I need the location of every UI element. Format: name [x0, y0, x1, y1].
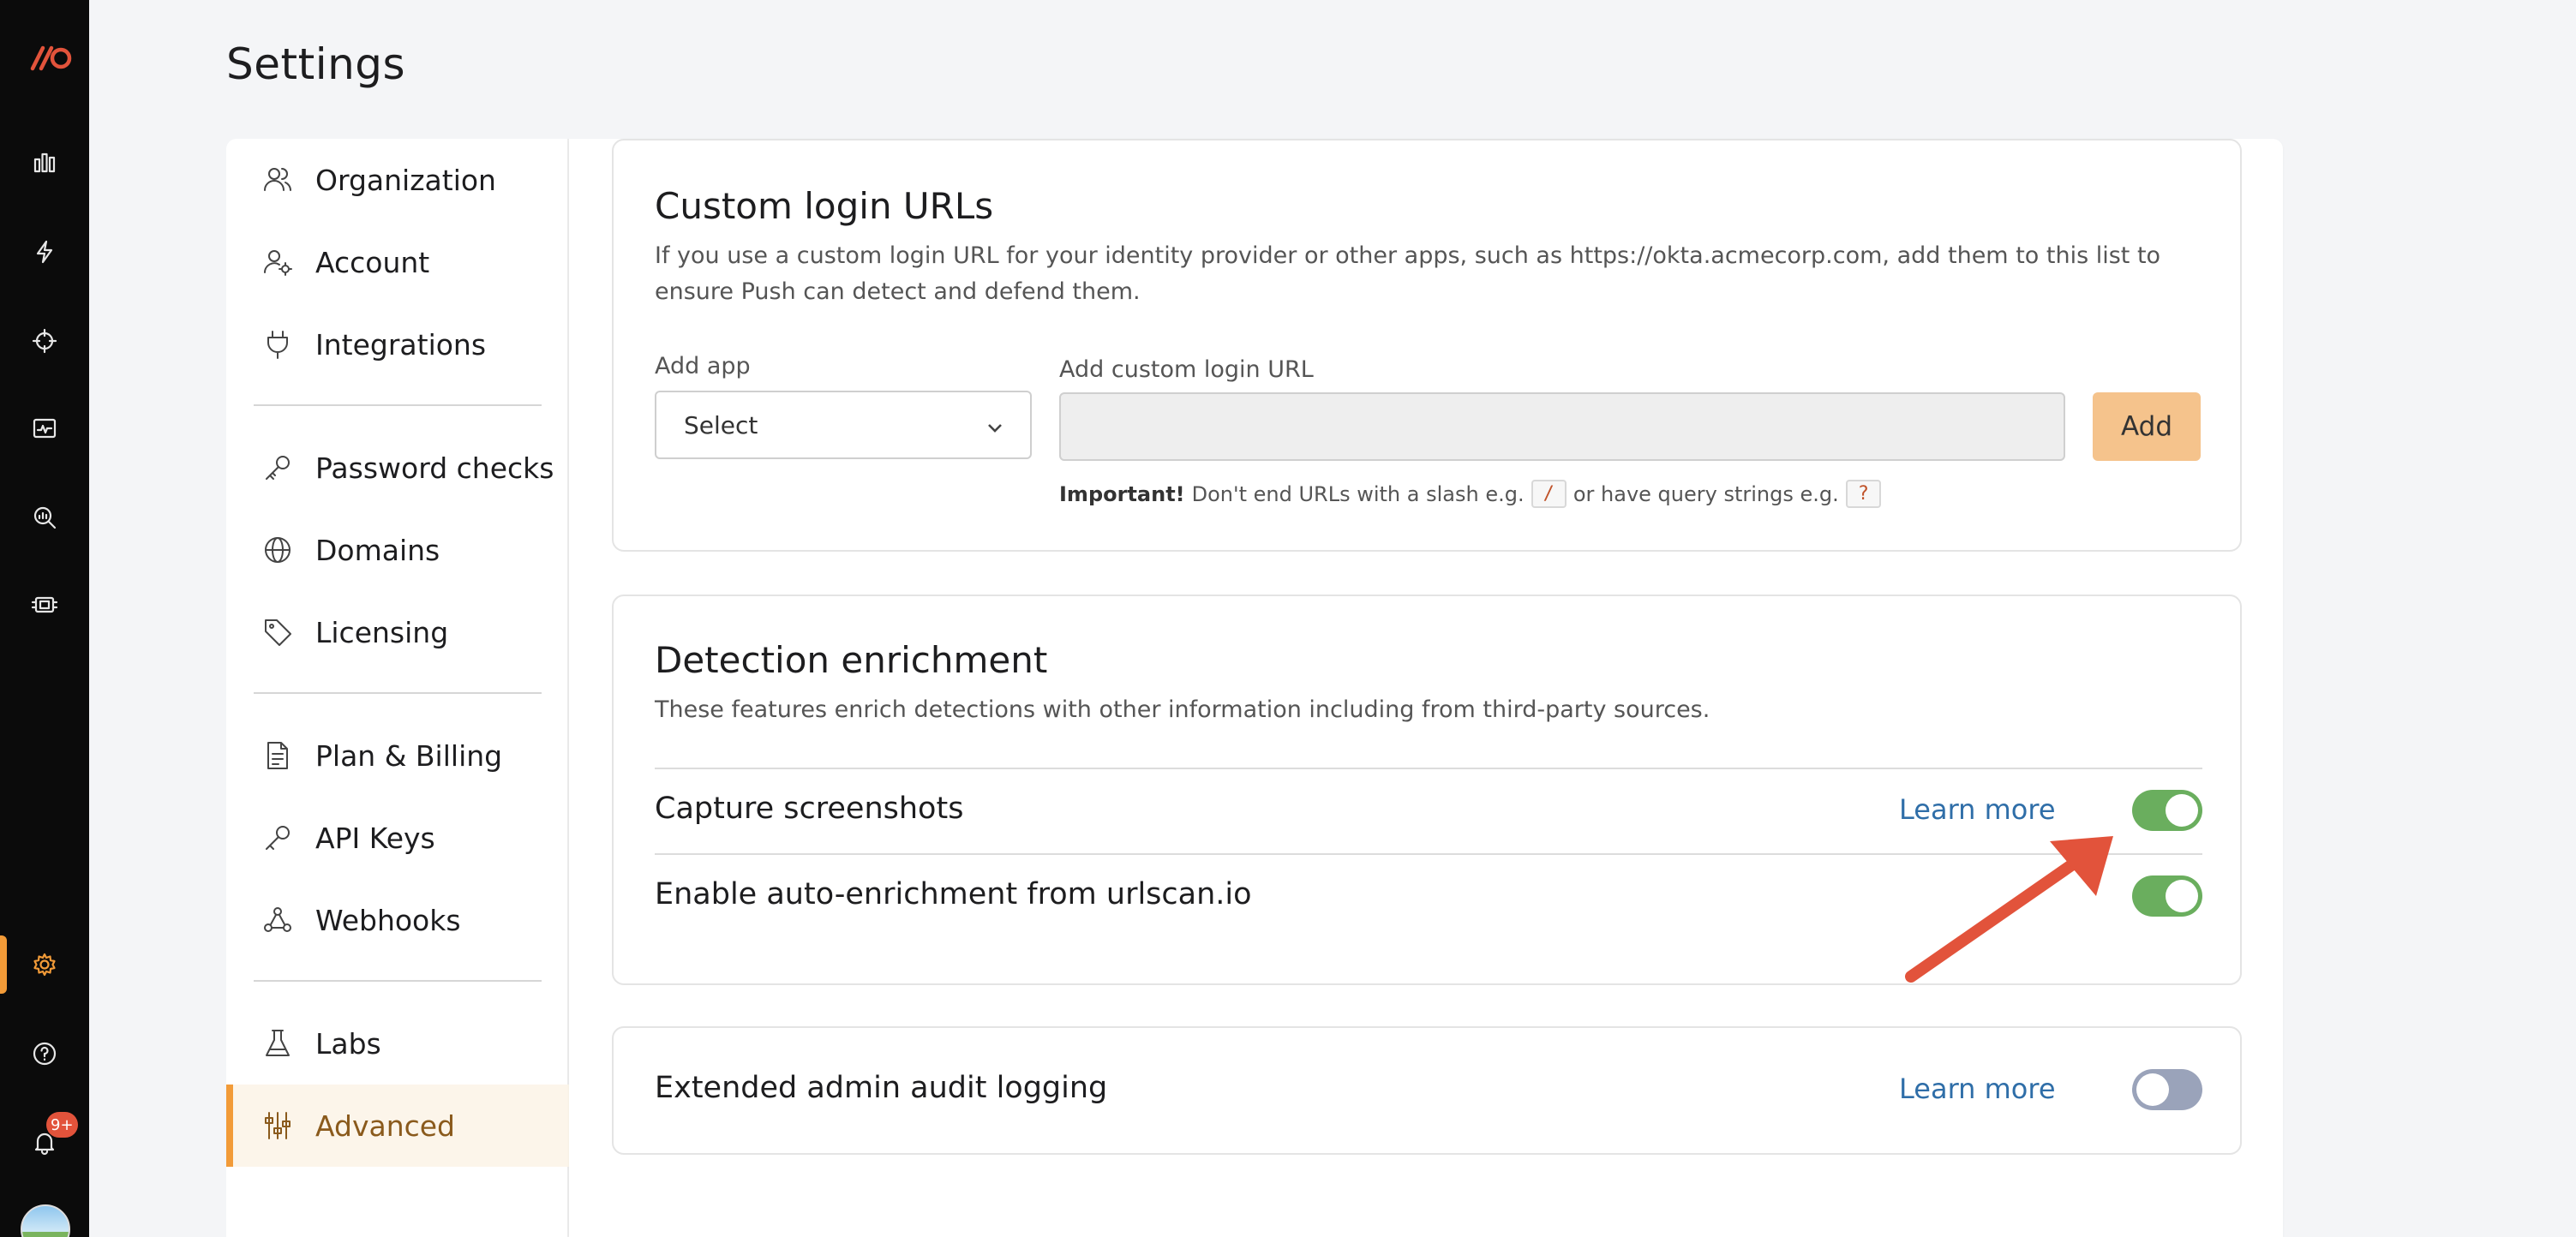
avatar[interactable]: [21, 1204, 70, 1237]
section-description: If you use a custom login URL for your i…: [655, 242, 2161, 305]
nav-item-plan-billing[interactable]: Plan & Billing: [226, 714, 569, 797]
active-indicator: [0, 935, 7, 994]
settings-icon[interactable]: [27, 947, 62, 982]
toggle-knob: [2166, 794, 2198, 827]
document-icon: [259, 737, 297, 774]
toggle-knob: [2136, 1073, 2169, 1106]
dashboard-icon[interactable]: [27, 146, 62, 180]
custom-login-card: Custom login URLs If you use a custom lo…: [612, 139, 2242, 552]
nav-item-domains[interactable]: Domains: [226, 509, 569, 591]
nav-label: Licensing: [315, 615, 449, 649]
nav-item-password-checks[interactable]: Password checks: [226, 427, 569, 509]
url-label: Add custom login URL: [1059, 356, 1314, 383]
url-note: Important! Don't end URLs with a slash e…: [1059, 480, 1888, 508]
nav-item-advanced[interactable]: Advanced: [226, 1085, 569, 1167]
section-title: Custom login URLs: [655, 185, 994, 227]
notification-badge: 9+: [46, 1112, 78, 1138]
note-bold: Important!: [1059, 481, 1185, 506]
nav-label: Account: [315, 245, 430, 279]
nav-label: Password checks: [315, 451, 554, 485]
nav-label: Domains: [315, 533, 440, 567]
detection-enrichment-card: Detection enrichment These features enri…: [612, 595, 2242, 985]
audit-logging-label: Extended admin audit logging: [655, 1071, 1108, 1105]
nav-label: API Keys: [315, 821, 435, 855]
logo-icon[interactable]: [24, 43, 72, 74]
chevron-down-icon: [988, 424, 1002, 433]
audit-logging-card: Extended admin audit logging Learn more: [612, 1026, 2242, 1155]
note-code: ?: [1845, 480, 1881, 508]
webhook-icon: [259, 901, 297, 939]
note-text: or have query strings e.g.: [1573, 481, 1839, 506]
detections-icon[interactable]: [27, 324, 62, 358]
key-icon: [259, 819, 297, 857]
integrations-icon[interactable]: [27, 588, 62, 622]
section-description: These features enrich detections with ot…: [655, 696, 1710, 723]
key-icon: [259, 449, 297, 487]
learn-more-link[interactable]: Learn more: [1899, 793, 2056, 826]
row-divider: [655, 853, 2202, 855]
globe-icon: [259, 531, 297, 569]
nav-label: Labs: [315, 1026, 381, 1061]
nav-label: Webhooks: [315, 903, 461, 937]
note-code: /: [1531, 480, 1567, 508]
add-app-label: Add app: [655, 353, 751, 379]
app-select[interactable]: Select: [655, 391, 1032, 459]
nav-label: Advanced: [315, 1109, 456, 1143]
nav-label: Plan & Billing: [315, 738, 503, 773]
capture-screenshots-toggle[interactable]: [2132, 790, 2202, 831]
nav-label: Integrations: [315, 327, 487, 362]
toggle-knob: [2166, 880, 2198, 912]
left-rail: 9+: [0, 0, 89, 1237]
learn-more-link[interactable]: Learn more: [1899, 1073, 2056, 1105]
row-divider: [655, 768, 2202, 769]
select-value: Select: [684, 410, 758, 439]
help-icon[interactable]: [27, 1037, 62, 1071]
audit-logging-toggle[interactable]: [2132, 1069, 2202, 1110]
nav-item-api-keys[interactable]: API Keys: [226, 797, 569, 879]
nav-item-webhooks[interactable]: Webhooks: [226, 879, 569, 961]
plug-icon: [259, 326, 297, 363]
urlscan-enrichment-toggle[interactable]: [2132, 875, 2202, 917]
tag-icon: [259, 613, 297, 651]
activity-icon[interactable]: [27, 235, 62, 269]
users-icon: [259, 161, 297, 199]
note-text: Don't end URLs with a slash e.g.: [1191, 481, 1525, 506]
nav-item-organization[interactable]: Organization: [226, 139, 569, 221]
page-title: Settings: [226, 39, 406, 89]
nav-item-licensing[interactable]: Licensing: [226, 591, 569, 673]
monitor-icon[interactable]: [27, 411, 62, 445]
nav-item-integrations[interactable]: Integrations: [226, 303, 569, 385]
nav-item-account[interactable]: Account: [226, 221, 569, 303]
section-title: Detection enrichment: [655, 639, 1048, 681]
sliders-icon: [259, 1107, 297, 1144]
investigate-icon[interactable]: [27, 500, 62, 535]
nav-divider: [254, 692, 542, 694]
nav-divider: [254, 980, 542, 982]
urlscan-enrichment-label: Enable auto-enrichment from urlscan.io: [655, 877, 1252, 911]
add-button[interactable]: Add: [2093, 392, 2201, 461]
settings-main: Custom login URLs If you use a custom lo…: [569, 139, 2283, 1237]
nav-label: Organization: [315, 163, 496, 197]
flask-icon: [259, 1025, 297, 1062]
capture-screenshots-label: Capture screenshots: [655, 792, 964, 826]
custom-url-input[interactable]: [1059, 392, 2065, 461]
nav-divider: [254, 404, 542, 406]
settings-nav: Organization Account Integrations Passwo…: [226, 139, 569, 1237]
nav-item-labs[interactable]: Labs: [226, 1002, 569, 1085]
user-gear-icon: [259, 243, 297, 281]
